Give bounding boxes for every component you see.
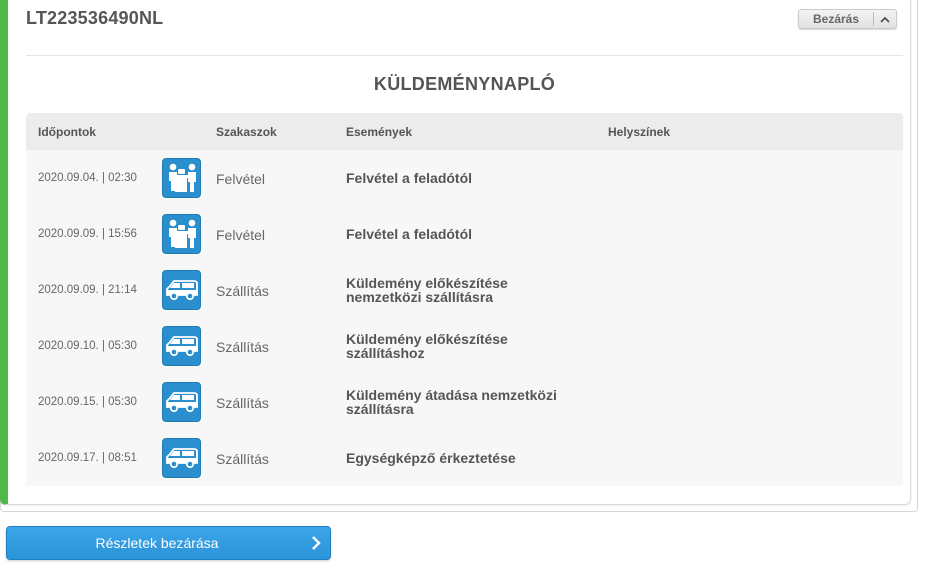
event-date: 2020.09.09. | 21:14	[38, 284, 137, 296]
event-date: 2020.09.15. | 05:30	[38, 396, 137, 408]
event-stage: Szállítás	[216, 451, 269, 467]
table-row: 2020.09.09. | 21:14 Szállítás Küldemény el…	[26, 262, 903, 318]
header-location: Helyszínek	[608, 125, 671, 139]
event-stage: Felvétel	[216, 171, 266, 187]
delivery-van-icon	[162, 326, 201, 366]
event-stage: Felvétel	[216, 227, 266, 243]
event-description: Egységképző érkeztetése	[346, 450, 516, 466]
handover-icon	[162, 158, 201, 198]
event-date: 2020.09.17. | 08:51	[38, 452, 137, 464]
event-description: Küldemény átadása nemzetközi szállításra	[346, 387, 557, 417]
event-description: Küldemény előkészítése szállításhoz	[346, 331, 508, 361]
tracking-number: LT223536490NL	[26, 8, 164, 28]
table-body: 2020.09.04. | 02:30 Felvétel Felvétel a fe…	[26, 150, 903, 486]
event-date: 2020.09.04. | 02:30	[38, 172, 137, 184]
event-description: Felvétel a feladótól	[346, 170, 473, 186]
delivery-van-icon	[162, 270, 201, 310]
header-time: Időpontok	[38, 125, 96, 139]
close-button-label: Bezárás	[812, 12, 860, 26]
event-stage: Szállítás	[216, 283, 269, 299]
event-stage: Szállítás	[216, 395, 269, 411]
event-stage: Szállítás	[216, 339, 269, 355]
header-event: Események	[346, 125, 413, 139]
table-header: Időpontok Szakaszok Események Helyszínek	[26, 113, 903, 150]
event-date: 2020.09.10. | 05:30	[38, 340, 137, 352]
event-description: Küldemény előkészítése nemzetközi szállí…	[346, 275, 508, 305]
table-row: 2020.09.17. | 08:51 Szállítás Egységképző …	[26, 430, 903, 486]
handover-icon	[162, 214, 201, 254]
table-row: 2020.09.15. | 05:30 Szállítás Küldemény át…	[26, 374, 903, 430]
close-button[interactable]: Bezárás	[798, 9, 897, 29]
delivery-van-icon	[162, 438, 201, 478]
close-details-label: Részletek bezárása	[95, 535, 219, 551]
table-row: 2020.09.09. | 15:56 Felvétel Felvétel a fe…	[26, 206, 903, 262]
header-divider	[26, 55, 903, 56]
table-row: 2020.09.10. | 05:30 Szállítás Küldemény el…	[26, 318, 903, 374]
event-date: 2020.09.09. | 15:56	[38, 228, 137, 240]
log-title: KÜLDEMÉNYNAPLÓ	[373, 74, 556, 94]
delivery-van-icon	[162, 382, 201, 422]
chevron-right-icon	[310, 535, 322, 556]
event-description: Felvétel a feladótól	[346, 226, 473, 242]
table-row: 2020.09.04. | 02:30 Felvétel Felvétel a fe…	[26, 150, 903, 206]
header-stage: Szakaszok	[216, 125, 277, 139]
shipment-card: LT223536490NL Bezárás KÜLDEMÉNYNAPLÓ Idő…	[0, 0, 911, 505]
shipment-log-table: Időpontok Szakaszok Események Helyszínek…	[26, 113, 903, 486]
chevron-up-icon	[874, 16, 896, 23]
close-details-button[interactable]: Részletek bezárása	[6, 526, 331, 560]
